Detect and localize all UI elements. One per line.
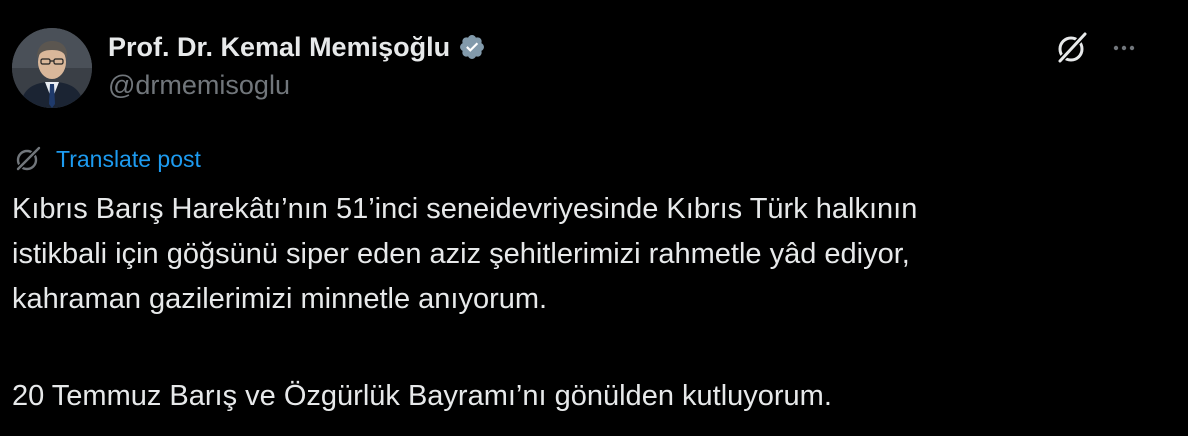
translate-post-link[interactable]: Translate post (14, 143, 201, 175)
post-text-line: istikbali için göğsünü siper eden aziz ş… (12, 238, 910, 270)
post-text-line: 20 Temmuz Barış ve Özgürlük Bayramı’nı g… (12, 380, 832, 412)
grok-slash-circle-icon[interactable] (1054, 30, 1090, 66)
author-name-row: Prof. Dr. Kemal Memişoğlu (108, 28, 486, 66)
author-display-name[interactable]: Prof. Dr. Kemal Memişoğlu (108, 32, 450, 63)
avatar[interactable] (12, 28, 92, 108)
post-text-line: Kıbrıs Barış Harekâtı’nın 51’inci seneid… (12, 193, 918, 225)
verified-badge-icon[interactable] (458, 33, 486, 61)
avatar-portrait-image (12, 28, 92, 108)
translate-post-label[interactable]: Translate post (56, 146, 201, 173)
post-text: Kıbrıs Barış Harekâtı’nın 51’inci seneid… (12, 187, 1172, 419)
post-text-line: kahraman gazilerimizi minnetle anıyorum. (12, 283, 548, 315)
more-horizontal-icon[interactable] (1108, 34, 1140, 62)
translate-slash-circle-icon (14, 145, 42, 173)
author-handle[interactable]: @drmemisoglu (108, 70, 290, 101)
